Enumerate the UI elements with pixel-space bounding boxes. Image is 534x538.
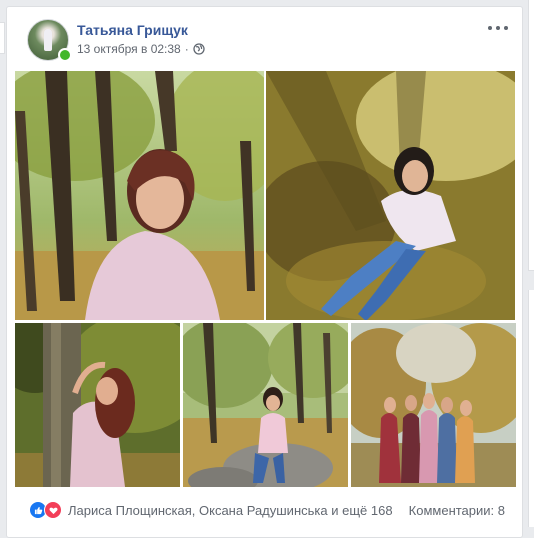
love-icon [44, 501, 62, 519]
post-header: Татьяна Грищук 13 октября в 02:38 · [7, 7, 522, 69]
post-timestamp[interactable]: 13 октября в 02:38 [77, 42, 181, 56]
globe-icon[interactable] [193, 43, 205, 55]
photo-group-of-women[interactable] [351, 323, 516, 487]
post-meta: 13 октября в 02:38 · [77, 42, 205, 56]
meta-separator: · [184, 42, 189, 56]
likers-text[interactable]: Лариса Площинская, Оксана Радушинська и … [68, 503, 393, 518]
author-name[interactable]: Татьяна Грищук [77, 22, 188, 38]
more-options-icon[interactable] [488, 21, 508, 35]
feed-post: Татьяна Грищук 13 октября в 02:38 · Лари… [6, 6, 523, 538]
reaction-icons[interactable] [29, 501, 62, 519]
online-status-icon [58, 48, 72, 62]
photo-woman-lying-leaves[interactable] [266, 71, 515, 320]
photo-woman-by-tree[interactable] [15, 323, 180, 487]
comments-count[interactable]: Комментарии: 8 [409, 503, 505, 518]
photo-woman-sitting-rock[interactable] [183, 323, 348, 487]
photo-woman-portrait-trees[interactable] [15, 71, 264, 320]
left-panel-edge [0, 22, 5, 54]
post-footer: Лариса Площинская, Оксана Радушинська и … [7, 495, 522, 523]
right-panel-edge [524, 0, 534, 527]
